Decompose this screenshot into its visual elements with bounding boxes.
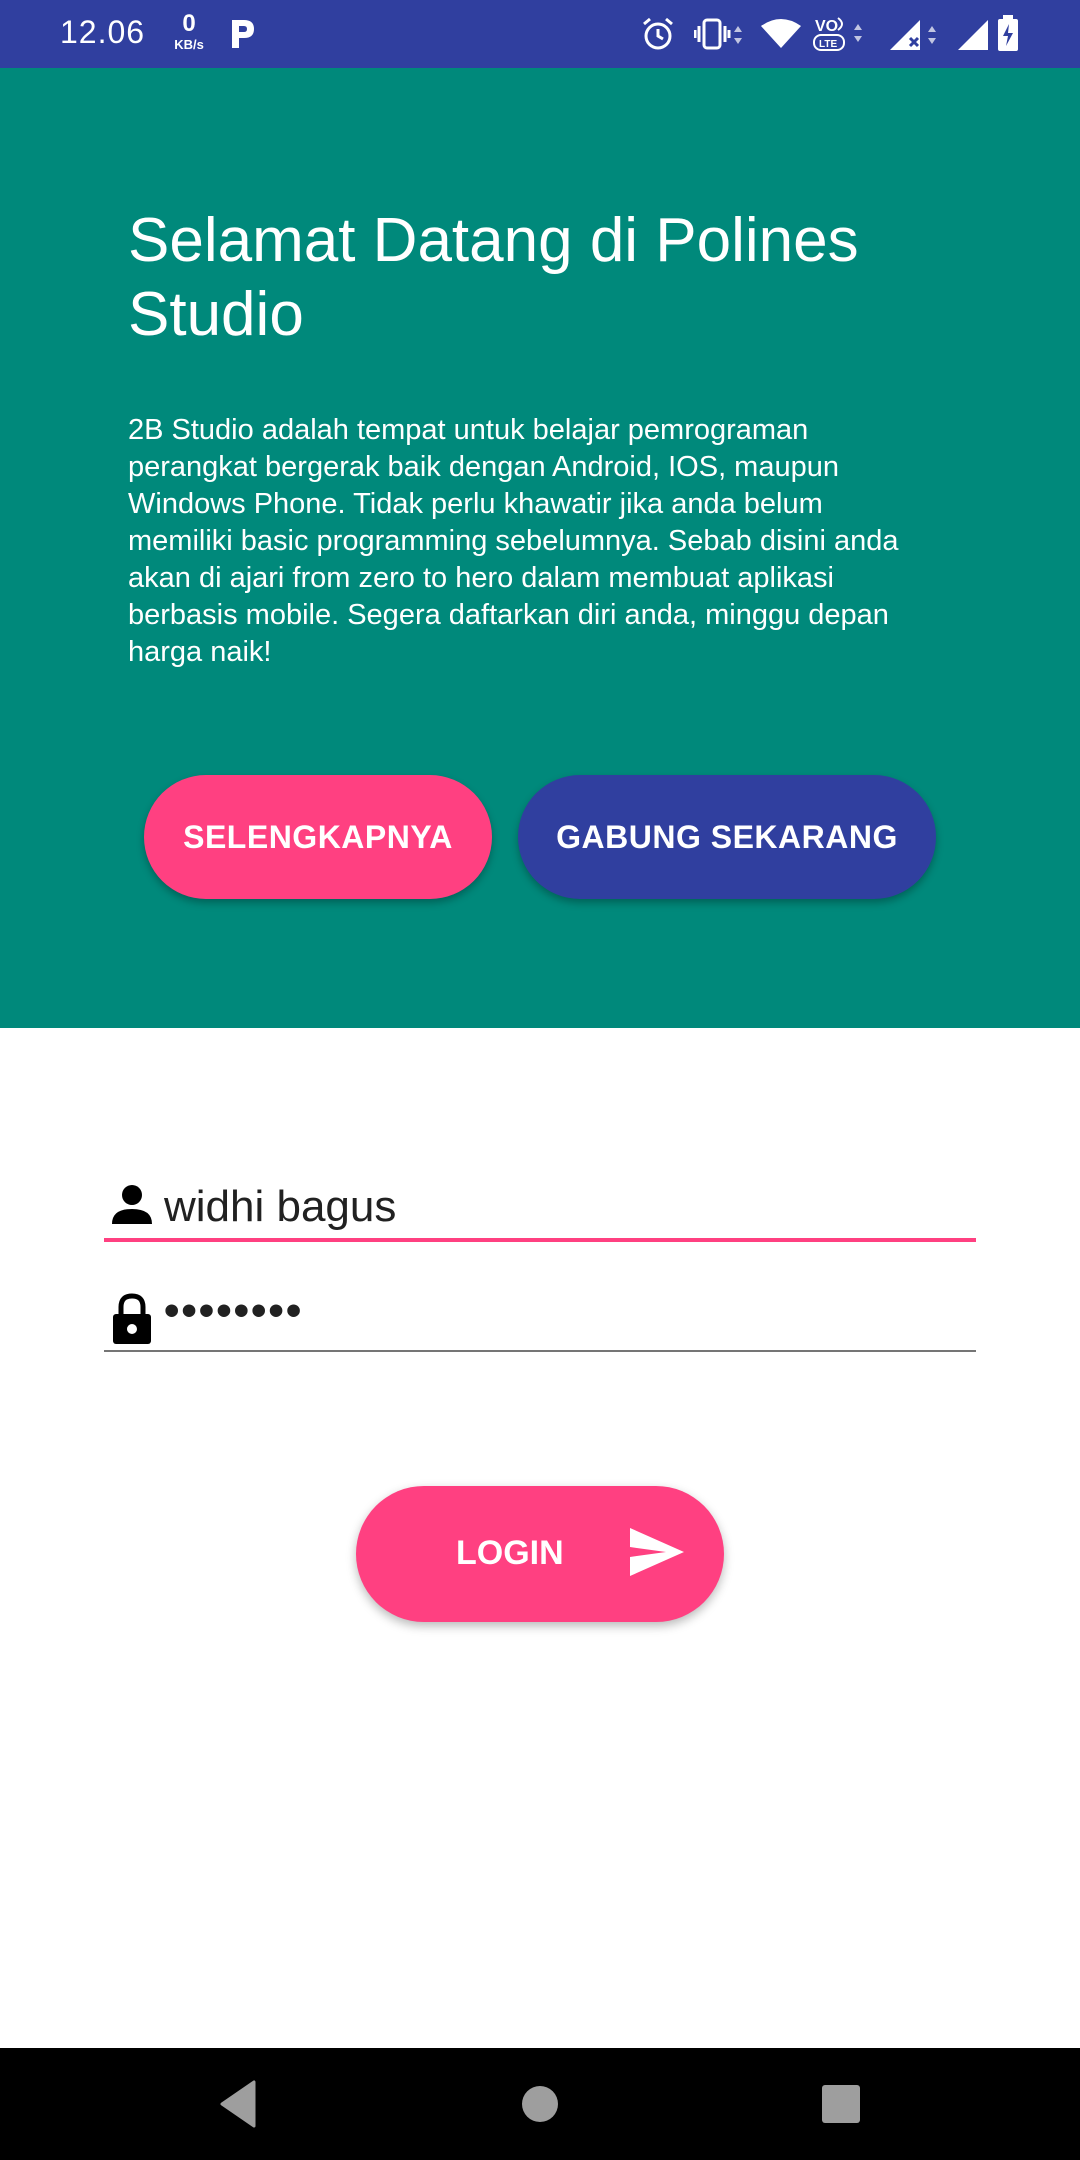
vibrate-icon: [694, 18, 742, 50]
login-button-label: LOGIN: [456, 1534, 564, 1572]
person-icon: [112, 1185, 152, 1224]
username-input[interactable]: widhi bagus: [164, 1182, 396, 1232]
battery-charging-icon: [998, 15, 1018, 51]
signal-icon: [958, 20, 988, 50]
password-underline: [104, 1350, 976, 1352]
hero-description: 2B Studio adalah tempat untuk belajar pe…: [128, 414, 899, 668]
hero-section: Selamat Datang di Polines Studio 2B Stud…: [0, 68, 1080, 1028]
signal-icon: [890, 20, 936, 50]
lock-icon: [113, 1293, 151, 1344]
network-speed-value: 0: [182, 10, 196, 37]
navigation-bar: [0, 2048, 1080, 2160]
svg-text:VO: VO: [815, 18, 838, 35]
page-title: Selamat Datang di Polines Studio: [128, 206, 859, 349]
home-icon[interactable]: [518, 2074, 562, 2134]
alarm-icon: [643, 17, 673, 50]
p-app-icon: [232, 20, 254, 48]
login-button[interactable]: LOGIN: [356, 1486, 724, 1622]
username-field[interactable]: widhi bagus: [104, 1172, 976, 1242]
password-input[interactable]: ••••••••: [164, 1286, 303, 1336]
back-icon[interactable]: [216, 2074, 262, 2134]
svg-text:LTE: LTE: [819, 39, 837, 50]
network-speed-unit: KB/s: [174, 37, 204, 52]
more-info-button[interactable]: SELENGKAPNYA: [144, 775, 492, 899]
network-speed: 0 KB/s: [166, 10, 212, 52]
wifi-icon: [761, 19, 801, 48]
join-now-button[interactable]: GABUNG SEKARANG: [518, 775, 936, 899]
volte-icon: VO LTE: [813, 17, 862, 51]
username-underline: [104, 1238, 976, 1242]
recents-icon[interactable]: [818, 2074, 864, 2134]
status-time: 12.06: [60, 14, 146, 50]
status-bar: 12.06 0 KB/s VO LTE: [0, 0, 1080, 68]
password-field[interactable]: ••••••••: [104, 1282, 976, 1352]
send-icon: [630, 1528, 684, 1576]
